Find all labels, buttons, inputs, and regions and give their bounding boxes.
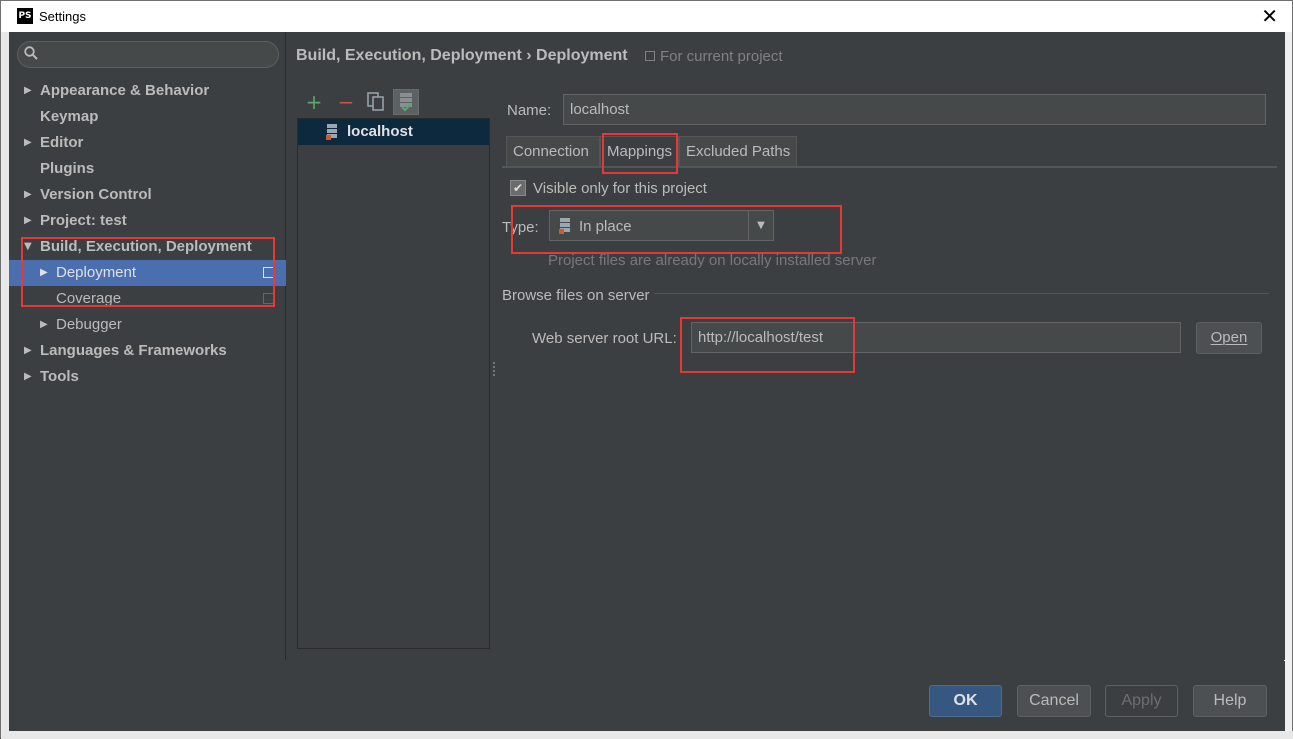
copy-icon: [367, 92, 384, 111]
sidebar-item-label: Appearance & Behavior: [40, 82, 210, 99]
sidebar-item-deployment[interactable]: ▶ Deployment: [9, 260, 286, 286]
section-divider: [654, 293, 1269, 294]
sidebar-item-label: Keymap: [40, 108, 99, 125]
web-server-url-field[interactable]: [691, 322, 1181, 353]
tab-excluded-paths[interactable]: Excluded Paths: [679, 136, 797, 167]
scope-label: For current project: [660, 48, 783, 65]
help-button[interactable]: Help: [1193, 685, 1267, 717]
window-title: Settings: [39, 9, 86, 24]
sidebar-item-project[interactable]: ▶ Project: test: [9, 208, 286, 234]
sidebar-item-keymap[interactable]: Keymap: [9, 104, 286, 130]
sidebar-item-label: Editor: [40, 134, 84, 151]
search-input[interactable]: [17, 41, 279, 68]
splitter-handle[interactable]: [493, 362, 497, 376]
sidebar-item-coverage[interactable]: Coverage: [9, 286, 286, 312]
expand-arrow-icon: ▶: [24, 137, 32, 148]
project-scope-icon: [645, 51, 655, 61]
server-icon: [326, 124, 337, 140]
sidebar-item-build-execution-deployment[interactable]: ▼ Build, Execution, Deployment: [9, 234, 286, 260]
sidebar-item-label: Project: test: [40, 212, 127, 229]
tab-mappings[interactable]: Mappings: [600, 136, 679, 167]
sidebar-item-debugger[interactable]: ▶ Debugger: [9, 312, 286, 338]
ok-button[interactable]: OK: [929, 685, 1002, 717]
dialog-footer: OK Cancel Apply Help: [9, 661, 1285, 731]
project-scope-icon: [263, 267, 274, 278]
tab-divider: [502, 166, 1277, 168]
scope-indicator: For current project: [645, 48, 783, 65]
url-label: Web server root URL:: [532, 330, 677, 347]
add-server-button[interactable]: +: [301, 89, 327, 115]
sidebar-item-label: Build, Execution, Deployment: [40, 238, 252, 255]
expand-arrow-icon: ▶: [24, 189, 32, 200]
expand-arrow-icon: ▶: [24, 371, 32, 382]
server-name-field[interactable]: [563, 94, 1266, 125]
apply-button[interactable]: Apply: [1105, 685, 1178, 717]
browse-section-title: Browse files on server: [502, 287, 650, 304]
collapse-arrow-icon: ▼: [24, 241, 32, 252]
chevron-down-icon[interactable]: ▼: [748, 211, 773, 240]
search-icon: [24, 46, 38, 60]
type-hint: Project files are already on locally ins…: [548, 252, 877, 269]
sidebar-item-version-control[interactable]: ▶ Version Control: [9, 182, 286, 208]
open-button[interactable]: Open: [1196, 322, 1262, 354]
sidebar-item-appearance[interactable]: ▶ Appearance & Behavior: [9, 78, 286, 104]
server-icon: [559, 218, 570, 234]
name-label: Name:: [507, 102, 552, 119]
close-icon[interactable]: ✕: [1261, 4, 1278, 28]
sidebar-item-label: Plugins: [40, 160, 95, 177]
expand-arrow-icon: ▶: [40, 267, 48, 278]
tab-connection[interactable]: Connection: [506, 136, 600, 167]
sidebar-item-label: Languages & Frameworks: [40, 342, 227, 359]
cancel-button[interactable]: Cancel: [1017, 685, 1091, 717]
type-label: Type:: [502, 219, 539, 236]
sidebar-item-label: Coverage: [56, 290, 122, 307]
expand-arrow-icon: ▶: [24, 85, 32, 96]
sidebar-item-label: Tools: [40, 368, 79, 385]
sidebar-item-languages-frameworks[interactable]: ▶ Languages & Frameworks: [9, 338, 286, 364]
breadcrumb: Build, Execution, Deployment › Deploymen…: [296, 47, 628, 64]
sidebar-item-editor[interactable]: ▶ Editor: [9, 130, 286, 156]
expand-arrow-icon: ▶: [40, 319, 48, 330]
server-list: localhost: [297, 118, 490, 649]
title-bar: PS Settings ✕: [1, 1, 1292, 32]
visible-only-label: Visible only for this project: [533, 180, 707, 197]
copy-server-button[interactable]: [363, 89, 389, 115]
sidebar-item-label: Debugger: [56, 316, 122, 333]
sidebar-item-label: Deployment: [56, 264, 137, 281]
sidebar-item-plugins[interactable]: Plugins: [9, 156, 286, 182]
deployment-settings-panel: Build, Execution, Deployment › Deploymen…: [287, 32, 1285, 660]
project-scope-icon: [263, 293, 274, 304]
settings-dialog: PS Settings ✕ ▶ Appearance & Behavior Ke…: [0, 0, 1293, 739]
type-value: In place: [579, 218, 632, 235]
settings-tree-panel: ▶ Appearance & Behavior Keymap ▶ Editor …: [9, 32, 286, 660]
type-dropdown[interactable]: In place ▼: [549, 210, 774, 241]
sidebar-item-tools[interactable]: ▶ Tools: [9, 364, 286, 390]
sidebar-item-label: Version Control: [40, 186, 152, 203]
visible-only-checkbox[interactable]: ✔: [510, 180, 526, 196]
server-list-item[interactable]: localhost: [298, 119, 489, 145]
background-strip-left: [1, 32, 9, 739]
server-default-icon: [400, 93, 412, 112]
background-strip-right: [1284, 32, 1292, 739]
use-as-default-button[interactable]: [393, 89, 419, 115]
remove-server-button[interactable]: −: [333, 89, 359, 115]
phpstorm-icon: PS: [17, 8, 33, 24]
server-name: localhost: [347, 123, 413, 140]
expand-arrow-icon: ▶: [24, 345, 32, 356]
expand-arrow-icon: ▶: [24, 215, 32, 226]
